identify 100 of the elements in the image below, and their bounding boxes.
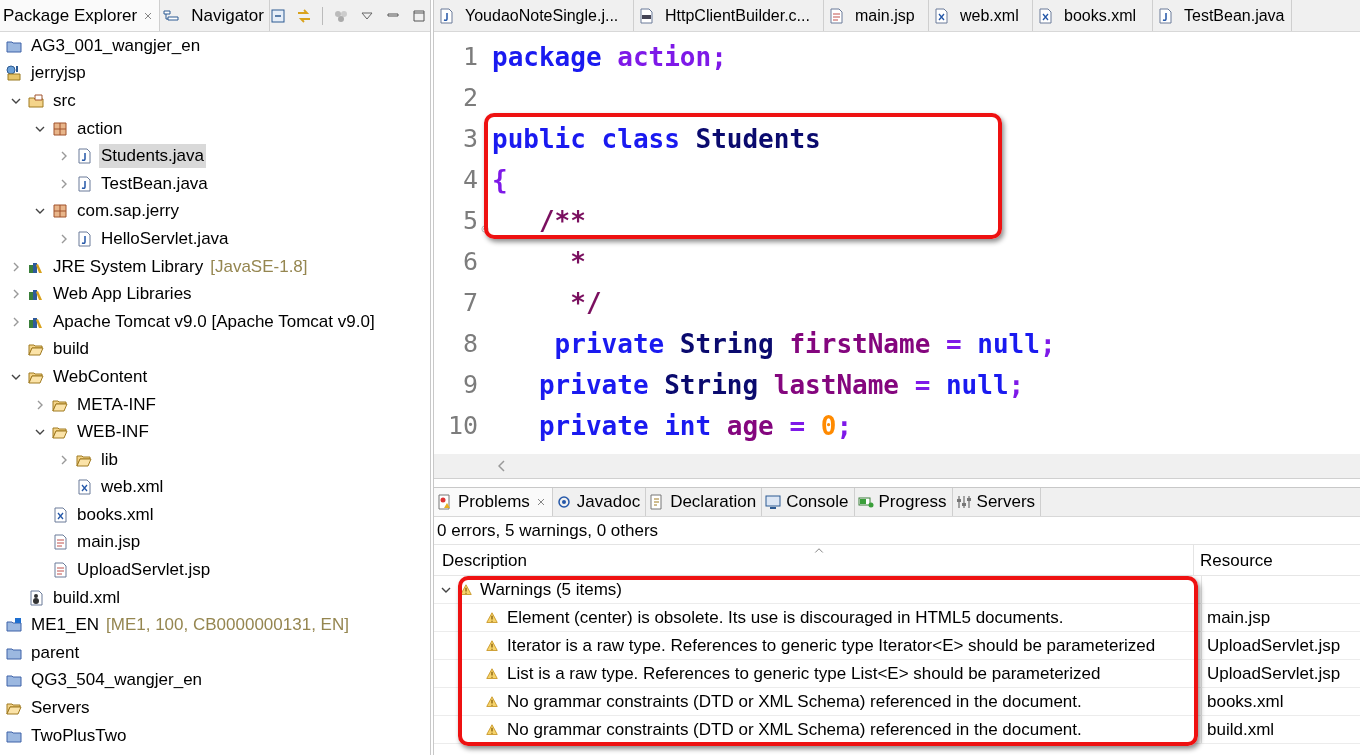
warning-icon	[486, 639, 498, 652]
code-line: /**	[537, 205, 586, 236]
problem-resource: build.xml	[1207, 719, 1275, 740]
view-tab[interactable]: Package Explorer	[0, 0, 161, 31]
editor-tab[interactable]: web.xml	[929, 0, 1033, 31]
warning-icon	[486, 723, 498, 736]
warning-icon	[486, 667, 498, 680]
problem-resource: UploadServlet.jsp	[1207, 635, 1341, 656]
code-line: private int age = 0;	[537, 410, 853, 441]
column-header[interactable]: Description	[434, 545, 1194, 575]
tree-item[interactable]: TwoPlusTwo	[29, 723, 129, 748]
java-file-icon	[76, 230, 92, 247]
editor-tab[interactable]: TestBean.java	[1153, 0, 1292, 31]
scrollbar[interactable]	[434, 454, 1360, 479]
line-number: 6	[461, 247, 478, 276]
document-icon	[52, 562, 68, 579]
line-number: 9	[461, 370, 478, 399]
tree-item[interactable]: build.xml	[51, 585, 123, 610]
tree-item[interactable]: Web App Libraries	[51, 282, 194, 307]
package-folder-icon	[28, 93, 44, 109]
problem-description[interactable]: No grammar constraints (DTD or XML Schema) referenced in the document.	[507, 691, 1082, 712]
java-file-icon	[76, 148, 92, 165]
code-line: private String lastName = null;	[537, 369, 1025, 400]
view-tab[interactable]: Declaration	[646, 488, 763, 516]
editor-tab[interactable]: HttpClientBuilder.c...	[634, 0, 824, 31]
tree-item[interactable]: Servers	[29, 696, 92, 721]
problem-resource: main.jsp	[1207, 607, 1271, 628]
xml-file-icon	[1037, 7, 1053, 24]
problem-description[interactable]: Element (center) is obsolete. Its use is discouraged in HTML5 documents.	[507, 607, 1064, 628]
tree-item[interactable]: WEB-INF	[75, 420, 151, 445]
line-number: 5	[461, 206, 478, 235]
package-icon	[52, 120, 68, 137]
folder-icon	[6, 700, 22, 717]
tree-item[interactable]: Apache Tomcat v9.0 [Apache Tomcat v9.0]	[51, 309, 377, 334]
problems-icon	[437, 494, 453, 510]
xml-file-icon	[933, 7, 949, 24]
editor-tab[interactable]: YoudaoNoteSingle.j...	[434, 0, 634, 31]
tree-item[interactable]: src	[51, 89, 78, 113]
folder-icon	[28, 341, 44, 358]
column-header[interactable]: Resource	[1194, 545, 1360, 575]
folder-icon	[52, 424, 68, 441]
problem-resource: books.xml	[1207, 691, 1284, 712]
view-tab[interactable]: Progress	[854, 488, 953, 516]
line-number: 7	[461, 288, 478, 317]
tree-item[interactable]: AG3_001_wangjer_en	[29, 33, 203, 58]
line-number: 2	[461, 83, 478, 112]
tree-item[interactable]: JRE System Library	[51, 254, 206, 279]
tree-item[interactable]: com.sap.jerry	[75, 199, 182, 224]
line-number: 10	[446, 411, 478, 440]
scroll-left-icon[interactable]	[498, 460, 506, 472]
warning-icon	[486, 695, 498, 708]
view-tab[interactable]: Console	[762, 488, 855, 516]
problem-description[interactable]: List is a raw type. References to generic type List<E> should be parameterized	[507, 663, 1101, 684]
warnings-group[interactable]: Warnings (5 items)	[480, 579, 622, 600]
problem-description[interactable]: No grammar constraints (DTD or XML Schema) referenced in the document.	[507, 719, 1082, 740]
view-tab[interactable]: Servers	[952, 488, 1042, 516]
tree-item[interactable]: build	[51, 337, 91, 362]
java-file-icon	[438, 7, 454, 24]
code-line: *	[569, 246, 586, 277]
link-arrows-icon[interactable]	[295, 7, 312, 24]
tree-item[interactable]: HelloServlet.java	[99, 226, 231, 251]
java-file-icon	[76, 175, 92, 192]
code-line: */	[569, 287, 602, 318]
maximize-icon[interactable]	[410, 7, 427, 24]
tree-item-decoration: [ME1, 100, CB0000000131, EN]	[106, 615, 349, 636]
tree-item[interactable]: lib	[99, 447, 120, 472]
collapse-all-icon[interactable]	[269, 7, 286, 24]
monitor-icon	[765, 494, 782, 510]
problems-summary: 0 errors, 5 warnings, 0 others	[434, 517, 1360, 545]
project-icon	[6, 617, 22, 634]
editor-tab[interactable]: books.xml	[1033, 0, 1153, 31]
package-icon	[52, 203, 68, 220]
tree-item[interactable]: parent	[29, 640, 82, 665]
tree-item[interactable]: action	[75, 116, 125, 141]
tree-item[interactable]: Students.java	[99, 144, 206, 169]
tree-item[interactable]: QG3_504_wangjer_en	[29, 668, 205, 693]
code-line: {	[492, 164, 508, 195]
java-file-icon	[1157, 7, 1173, 24]
problem-description[interactable]: Iterator is a raw type. References to generic type Iterator<E> should be parameterized	[507, 635, 1156, 656]
code-line: public class Students	[492, 123, 821, 154]
servers-icon	[955, 494, 972, 510]
tree-item[interactable]: jerryjsp	[29, 61, 88, 86]
tree-item[interactable]: META-INF	[75, 392, 158, 417]
view-tab[interactable]: Problems	[434, 488, 553, 516]
tree-item[interactable]: main.jsp	[75, 530, 143, 555]
folder-icon	[6, 672, 22, 689]
tree-item[interactable]: web.xml	[99, 475, 166, 500]
navigator-icon[interactable]	[163, 7, 180, 24]
line-number: 3	[461, 124, 478, 153]
tree-item[interactable]: WebContent	[51, 364, 150, 389]
tree-item[interactable]: ME1_EN	[29, 613, 102, 638]
tree-item[interactable]: books.xml	[75, 502, 156, 527]
tree-item[interactable]: UploadServlet.jsp	[75, 558, 213, 583]
view-tab[interactable]: Navigator	[160, 0, 270, 31]
tree-item[interactable]: TestBean.java	[99, 171, 210, 196]
code-line: package action;	[492, 41, 727, 72]
tree-item-decoration: [JavaSE-1.8]	[210, 256, 308, 277]
line-number: 8	[461, 329, 478, 358]
view-tab[interactable]: Javadoc	[552, 488, 647, 516]
editor-tab[interactable]: main.jsp	[824, 0, 929, 31]
